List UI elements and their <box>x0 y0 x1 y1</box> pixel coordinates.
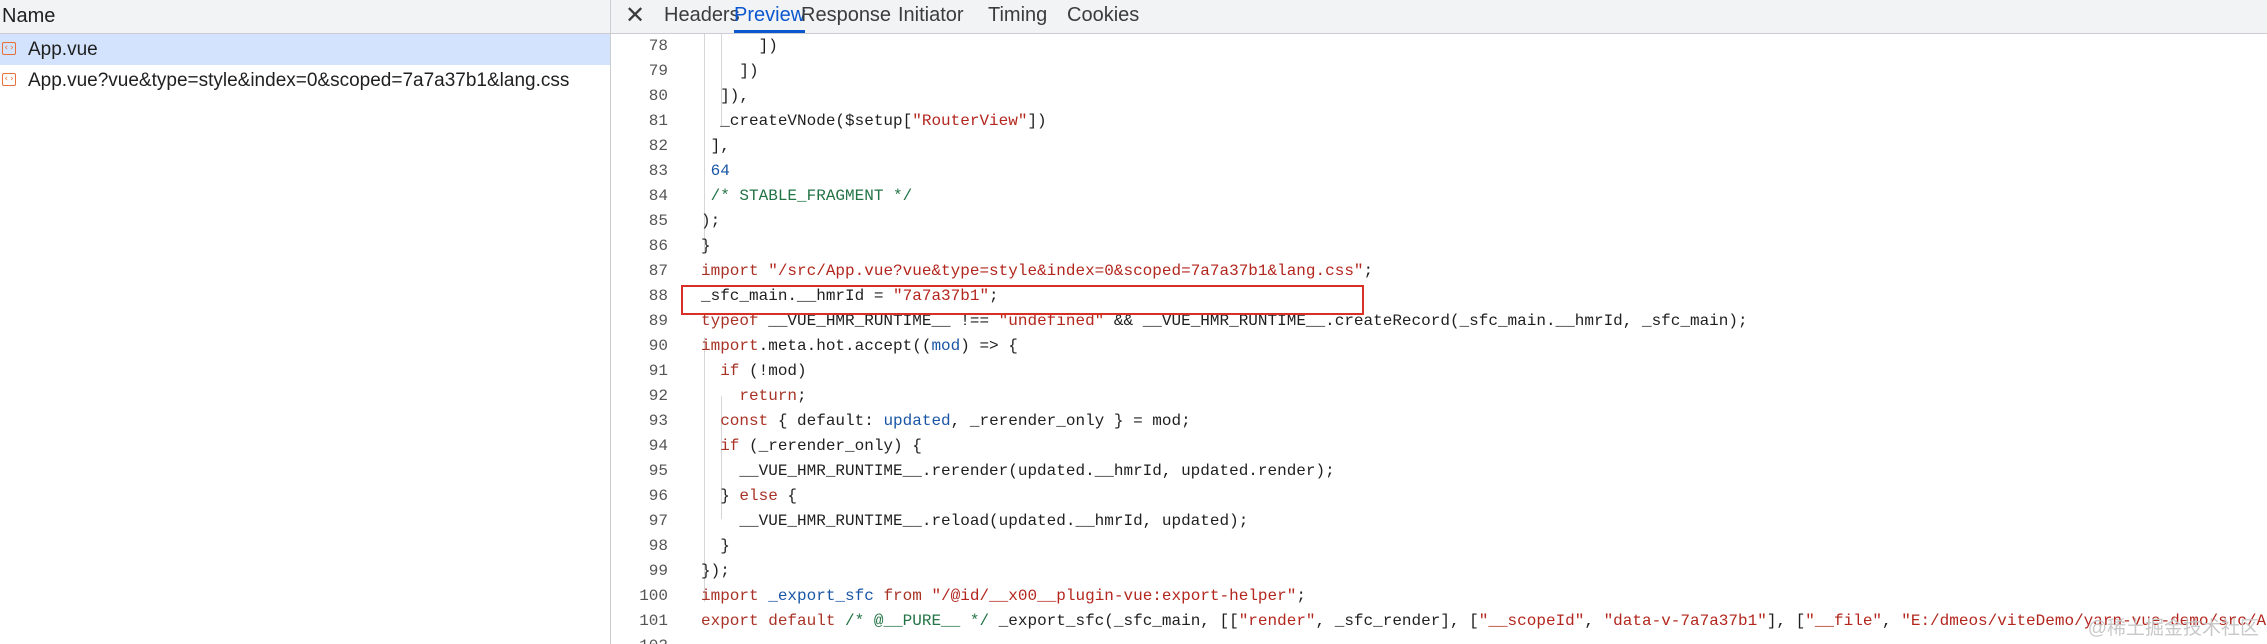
code-text: import "/src/App.vue?vue&type=style&inde… <box>701 262 1374 280</box>
code-text: ], <box>701 137 730 155</box>
code-preview[interactable]: 78 ]) 79 ]) 80 ]), 81 _createVNode($setup["… <box>611 34 2267 644</box>
code-text: import _export_sfc from "/@id/__x00__plu… <box>701 587 1306 605</box>
tab-timing[interactable]: Timing <box>988 0 1047 33</box>
request-row[interactable]: ‹› App.vue <box>0 34 610 65</box>
code-text: const { default: updated, _rerender_only… <box>720 412 1191 430</box>
code-text: ]), <box>701 87 750 105</box>
code-text: import.meta.hot.accept((mod) => { <box>701 337 1018 355</box>
line-number: 96 <box>648 487 668 505</box>
line-number: 100 <box>639 587 668 605</box>
request-list: ‹› App.vue ‹› App.vue?vue&type=style&index=… <box>0 34 610 96</box>
line-number: 101 <box>639 612 668 630</box>
code-text: __VUE_HMR_RUNTIME__.rerender(updated.__h… <box>701 462 1335 480</box>
tab-preview[interactable]: Preview <box>734 0 806 33</box>
line-number: 87 <box>648 262 668 280</box>
highlight-annotation-box <box>681 285 1364 315</box>
line-number: 99 <box>648 562 668 580</box>
code-text: } <box>701 237 711 255</box>
line-number: 84 <box>648 187 668 205</box>
line-number: 93 <box>648 412 668 430</box>
vue-file-icon: ‹› <box>2 73 16 86</box>
vue-file-icon: ‹› <box>2 42 16 55</box>
line-number: 98 <box>648 537 668 555</box>
tab-initiator[interactable]: Initiator <box>898 0 964 33</box>
line-number: 90 <box>648 337 668 355</box>
code-text: ); <box>701 212 721 230</box>
detail-tab-bar: ✕ Headers Preview Response Initiator Tim… <box>611 0 2267 34</box>
code-text: 64 <box>710 162 730 180</box>
watermark: @稀土掘金技术社区 <box>2087 618 2259 639</box>
line-number: 80 <box>648 87 668 105</box>
tab-headers[interactable]: Headers <box>664 0 740 33</box>
line-number: 91 <box>648 362 668 380</box>
line-number: 83 <box>648 162 668 180</box>
tab-response[interactable]: Response <box>801 0 891 33</box>
line-number: 92 <box>648 387 668 405</box>
code-text: __VUE_HMR_RUNTIME__.reload(updated.__hmr… <box>701 512 1249 530</box>
close-icon[interactable]: ✕ <box>625 2 645 30</box>
name-column-header[interactable]: Name <box>0 0 610 34</box>
line-number: 95 <box>648 462 668 480</box>
code-text: ]) <box>701 37 778 55</box>
line-number: 79 <box>648 62 668 80</box>
line-number: 81 <box>648 112 668 130</box>
code-text: if (_rerender_only) { <box>720 437 922 455</box>
line-number: 102 <box>611 634 668 644</box>
line-number: 94 <box>648 437 668 455</box>
request-name: App.vue?vue&type=style&index=0&scoped=7a… <box>28 70 570 91</box>
code-text: /* STABLE_FRAGMENT */ <box>710 187 913 205</box>
detail-panel: ✕ Headers Preview Response Initiator Tim… <box>611 0 2267 644</box>
code-text: _createVNode($setup["RouterView"]) <box>701 112 1047 130</box>
code-text: return; <box>739 387 807 405</box>
code-text: if (!mod) <box>720 362 807 380</box>
line-number: 86 <box>648 237 668 255</box>
code-text: export default /* @__PURE__ */ _export_s… <box>701 612 2267 630</box>
line-number: 88 <box>648 287 668 305</box>
request-list-panel: Name ‹› App.vue ‹› App.vue?vue&type=style&i… <box>0 0 610 644</box>
request-name: App.vue <box>28 39 98 60</box>
line-number: 85 <box>648 212 668 230</box>
line-number: 97 <box>648 512 668 530</box>
code-text: } <box>701 537 730 555</box>
code-text: }); <box>701 562 730 580</box>
code-text: } else { <box>701 487 798 505</box>
code-text: ]) <box>701 62 759 80</box>
line-number: 82 <box>648 137 668 155</box>
line-number: 78 <box>648 37 668 55</box>
line-number: 89 <box>648 312 668 330</box>
request-row[interactable]: ‹› App.vue?vue&type=style&index=0&scoped=… <box>0 65 610 96</box>
tab-cookies[interactable]: Cookies <box>1067 0 1139 33</box>
